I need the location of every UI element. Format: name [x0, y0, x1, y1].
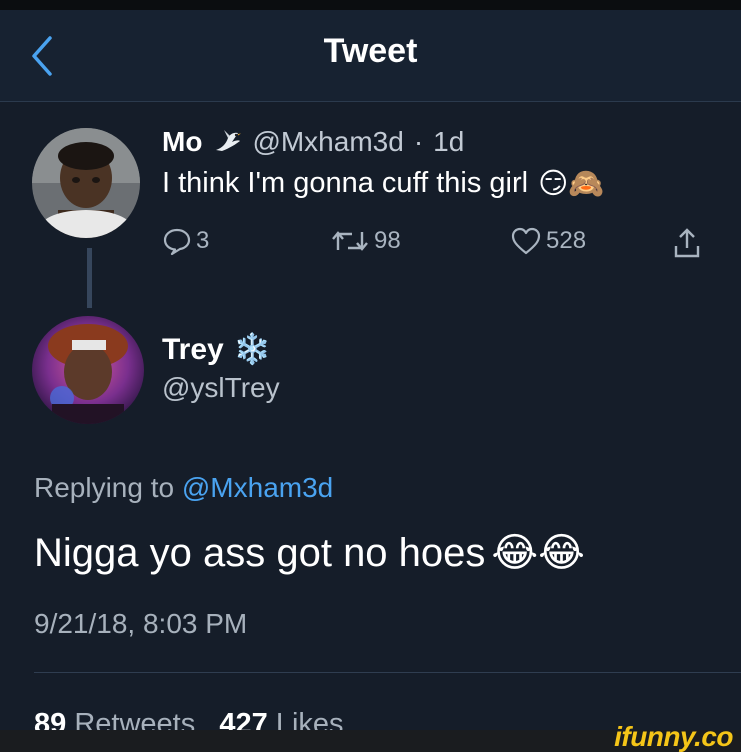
- like-button[interactable]: 528: [510, 226, 586, 256]
- retweet-button[interactable]: 98: [330, 226, 401, 256]
- reply-tweet-text: Nigga yo ass got no hoes: [34, 530, 486, 575]
- reply-tweet-emoji: 😂😂: [491, 531, 585, 575]
- original-tweet-emoji: 😏🙈: [538, 168, 605, 200]
- tweet-actions: 3 98 528: [162, 226, 722, 266]
- like-count: 528: [546, 227, 587, 254]
- divider: [34, 672, 741, 673]
- reply-author-handle[interactable]: @yslTrey: [162, 372, 280, 404]
- page-title: Tweet: [323, 32, 418, 70]
- original-tweet-text: I think I'm gonna cuff this girl: [162, 167, 529, 199]
- reply-author-name[interactable]: Trey: [162, 333, 224, 367]
- tweet-timestamp: 9/21/18, 8:03 PM: [34, 608, 248, 639]
- tweet-screen: Tweet Mo @Mxham3d · 1d I think I'm gonna…: [0, 0, 741, 752]
- snowflake-icon: ❄️: [233, 333, 272, 366]
- reply-icon: [163, 228, 191, 256]
- thread-connector: [87, 248, 92, 308]
- original-author-name[interactable]: Mo: [162, 126, 202, 158]
- header-bar: Tweet: [0, 10, 741, 102]
- avatar-trey[interactable]: [32, 316, 144, 424]
- share-button[interactable]: [672, 226, 702, 260]
- reply-tweet-body: Nigga yo ass got no hoes 😂😂: [34, 530, 585, 576]
- avatar-trey-image: [32, 316, 144, 424]
- share-icon: [674, 228, 700, 258]
- replying-prefix: Replying to: [34, 472, 175, 503]
- ifunny-watermark: ifunny.co: [614, 721, 733, 752]
- retweet-icon: [332, 231, 368, 251]
- retweet-count: 98: [374, 227, 401, 254]
- separator-dot: ·: [413, 126, 424, 157]
- dove-icon: [216, 130, 242, 151]
- reply-count: 3: [196, 227, 210, 254]
- reply-button[interactable]: 3: [162, 226, 209, 256]
- avatar-mo[interactable]: [32, 128, 140, 238]
- original-tweet-body: I think I'm gonna cuff this girl 😏🙈: [162, 166, 604, 201]
- avatar-mo-image: [32, 128, 140, 238]
- replying-to-line: Replying to @Mxham3d: [34, 472, 333, 504]
- status-strip: [0, 0, 741, 10]
- original-author-handle[interactable]: @Mxham3d: [252, 126, 403, 158]
- reply-author-name-line: Trey ❄️: [162, 332, 271, 367]
- heart-icon: [511, 227, 541, 255]
- replying-mention-link[interactable]: @Mxham3d: [182, 472, 333, 503]
- original-tweet-header: Mo @Mxham3d · 1d: [162, 126, 464, 158]
- tweet-age: 1d: [433, 126, 465, 157]
